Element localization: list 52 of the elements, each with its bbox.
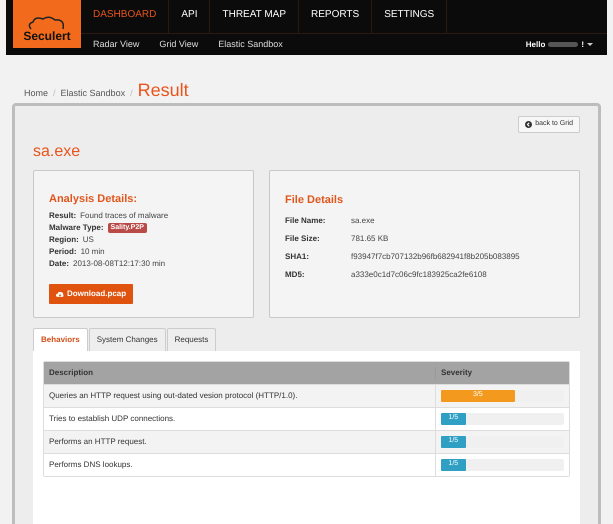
- table-cell-text: Performs an HTTP request.: [48, 436, 148, 448]
- field-label: File Name:: [285, 215, 326, 227]
- sub-nav-link[interactable]: Elastic Sandbox: [218, 38, 283, 52]
- nav-tab[interactable]: SETTINGS: [372, 0, 448, 33]
- download-button[interactable]: Download.pcap: [49, 284, 134, 304]
- table-cell-text: Tries to establish UDP connections.: [48, 412, 176, 424]
- logo[interactable]: Seculert: [13, 0, 81, 48]
- field-label: Date:: [49, 258, 70, 270]
- field-label: SHA1:: [285, 251, 310, 263]
- nav-tab[interactable]: REPORTS: [299, 0, 372, 33]
- cloud-icon: [27, 16, 67, 30]
- field-value: Found traces of malware: [80, 210, 168, 222]
- table-cell-text: Performs DNS lookups.: [48, 458, 134, 470]
- breadcrumb-separator: /: [53, 87, 56, 100]
- greeting-text: !: [581, 38, 584, 50]
- cloud-download-icon: [56, 290, 64, 298]
- field-label: Period:: [49, 246, 77, 258]
- field-value: 781.65 KB: [351, 233, 388, 245]
- greeting-text: Hello: [526, 38, 546, 50]
- breadcrumb-link[interactable]: Elastic Sandbox: [60, 87, 126, 100]
- logo-text: Seculert: [23, 30, 71, 42]
- field-value: a333e0c1d7c06c9fc183925ca2fe6108: [351, 269, 487, 281]
- page-title: Result: [138, 79, 189, 102]
- field-label: File Size:: [285, 233, 321, 245]
- field-label: Malware Type:: [49, 222, 104, 234]
- field-label: MD5:: [285, 269, 306, 281]
- nav-tab[interactable]: API: [169, 0, 210, 33]
- table-cell-text: Queries an HTTP request using out-dated vesion protocol (HTTP/1.0).: [48, 390, 298, 402]
- nav-tab[interactable]: DASHBOARD: [81, 0, 170, 33]
- field-label: Region:: [49, 234, 79, 246]
- column-header: Description: [48, 366, 94, 378]
- nav-tab[interactable]: THREAT MAP: [210, 0, 300, 33]
- breadcrumb-link[interactable]: Home: [24, 87, 48, 100]
- caret-icon[interactable]: [587, 43, 593, 46]
- field-label: Result:: [49, 210, 76, 222]
- field-value: US: [82, 234, 94, 246]
- arrow-circle-icon: [525, 120, 532, 128]
- card-title: Analysis Details:: [49, 192, 138, 206]
- field-value: sa.exe: [351, 215, 375, 227]
- file-title: sa.exe: [33, 142, 82, 162]
- breadcrumb-separator: /: [130, 87, 133, 100]
- tab[interactable]: System Changes: [88, 328, 166, 350]
- sub-nav-link[interactable]: Radar View: [93, 38, 140, 52]
- column-header: Severity: [435, 366, 569, 378]
- field-value: 10 min: [80, 246, 105, 258]
- tab[interactable]: Requests: [166, 328, 216, 350]
- redacted-name: [548, 42, 578, 47]
- tab[interactable]: Behaviors: [33, 328, 88, 350]
- field-value: 2013-08-08T12:17:30 min: [73, 258, 166, 270]
- sub-nav-link[interactable]: Grid View: [159, 38, 198, 52]
- card-title: File Details: [285, 192, 344, 208]
- field-value: f93947f7cb707132b96fb682941f8b205b083895: [351, 251, 520, 263]
